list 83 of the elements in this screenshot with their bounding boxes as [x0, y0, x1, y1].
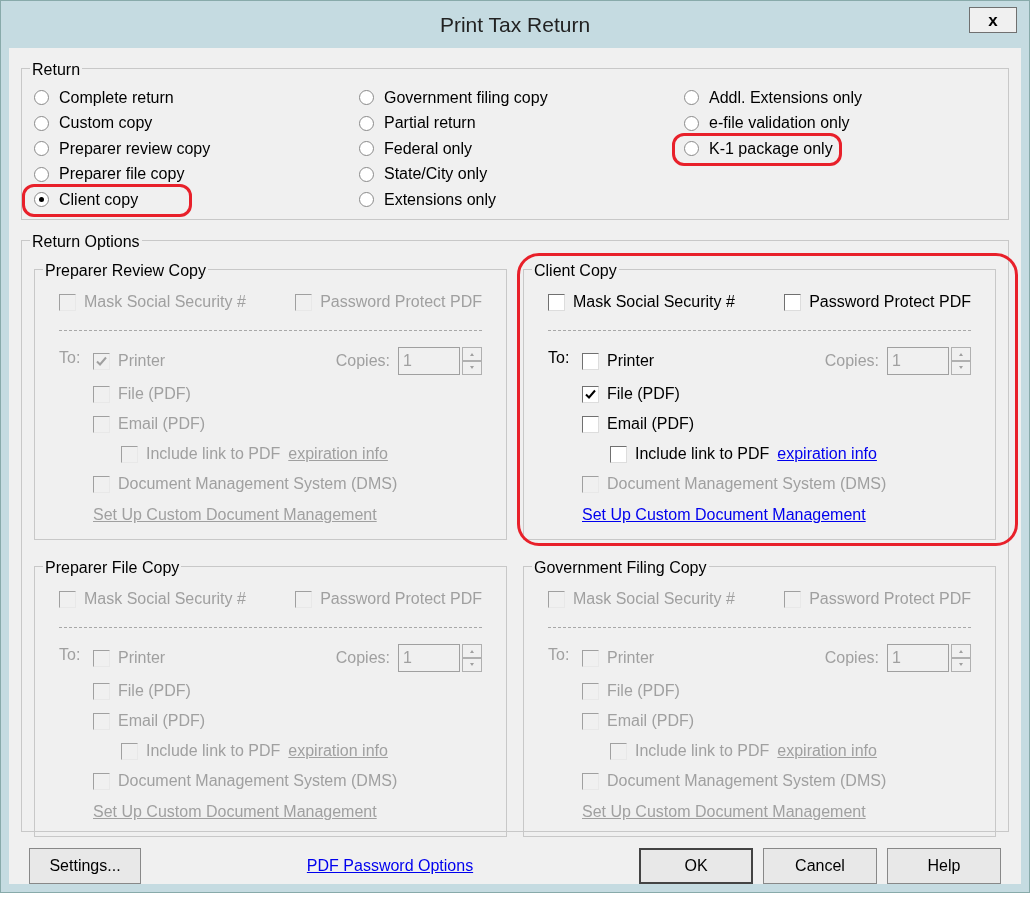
- radio-label: Complete return: [59, 87, 174, 108]
- expiration-info-link[interactable]: expiration info: [777, 442, 877, 466]
- radio-button[interactable]: [34, 141, 49, 157]
- settings-button[interactable]: Settings...: [29, 848, 141, 884]
- close-button[interactable]: x: [969, 7, 1017, 33]
- option-label: Password Protect PDF: [809, 292, 971, 312]
- destination-label: Include link to PDF: [146, 741, 281, 761]
- setup-dms-link[interactable]: Set Up Custom Document Management: [582, 503, 971, 527]
- checkbox[interactable]: [548, 293, 565, 311]
- to-label: To:: [548, 348, 571, 368]
- radio-button[interactable]: [684, 141, 699, 157]
- destination-label: Document Management System (DMS): [607, 771, 887, 791]
- radio-label: K-1 package only: [709, 138, 833, 159]
- radio-button[interactable]: [359, 90, 374, 106]
- copies-label: Copies:: [335, 648, 390, 668]
- radio-button[interactable]: [684, 115, 699, 131]
- radio-button[interactable]: [359, 166, 374, 182]
- to-label: To:: [548, 645, 571, 665]
- copies-label: Copies:: [824, 351, 879, 371]
- spinner-icon[interactable]: [462, 347, 482, 375]
- radio-button[interactable]: [34, 192, 49, 208]
- radio-button[interactable]: [359, 141, 374, 157]
- checkbox[interactable]: [610, 445, 627, 463]
- destination-label: Printer: [607, 351, 655, 371]
- destination-label: Include link to PDF: [146, 444, 281, 464]
- destination-label: Include link to PDF: [635, 741, 770, 761]
- radio-button[interactable]: [359, 192, 374, 208]
- window-title: Print Tax Return: [439, 11, 591, 38]
- dialog-button[interactable]: Cancel: [763, 848, 877, 884]
- radio-label: Preparer review copy: [59, 138, 211, 159]
- check-icon: [585, 388, 596, 400]
- radio-label: Federal only: [384, 138, 473, 159]
- destination-label: Document Management System (DMS): [118, 771, 398, 791]
- radio-button[interactable]: [34, 115, 49, 131]
- dialog-button[interactable]: OK: [639, 848, 753, 884]
- dialog-button[interactable]: Help: [887, 848, 1001, 884]
- option-label: Mask Social Security #: [84, 292, 246, 312]
- radio-label: Government filing copy: [384, 87, 548, 108]
- radio-button[interactable]: [34, 90, 49, 106]
- destination-label: Email (PDF): [607, 414, 695, 434]
- destination-label: File (PDF): [607, 384, 680, 404]
- option-label: Mask Social Security #: [573, 292, 735, 312]
- checkbox[interactable]: [582, 415, 599, 433]
- option-label: Password Protect PDF: [809, 589, 971, 609]
- copies-label: Copies:: [824, 648, 879, 668]
- spinner-icon[interactable]: [951, 347, 971, 375]
- copies-label: Copies:: [335, 351, 390, 371]
- destination-label: Email (PDF): [607, 711, 695, 731]
- check-icon: [96, 355, 107, 367]
- destination-label: Printer: [118, 648, 166, 668]
- destination-label: Printer: [607, 648, 655, 668]
- radio-button[interactable]: [684, 90, 699, 106]
- destination-label: Printer: [118, 351, 166, 371]
- to-label: To:: [59, 645, 82, 665]
- destination-label: Email (PDF): [118, 414, 206, 434]
- radio-label: Client copy: [59, 189, 139, 210]
- checkbox[interactable]: [582, 352, 599, 370]
- option-label: Mask Social Security #: [573, 589, 735, 609]
- option-label: Password Protect PDF: [320, 292, 482, 312]
- option-label: Mask Social Security #: [84, 589, 246, 609]
- destination-label: Include link to PDF: [635, 444, 770, 464]
- destination-label: File (PDF): [118, 384, 191, 404]
- radio-label: e-file validation only: [709, 113, 850, 134]
- radio-label: Preparer file copy: [59, 164, 185, 185]
- destination-label: Email (PDF): [118, 711, 206, 731]
- radio-label: Addl. Extensions only: [709, 87, 862, 108]
- radio-label: Extensions only: [384, 189, 497, 210]
- option-label: Password Protect PDF: [320, 589, 482, 609]
- destination-label: Document Management System (DMS): [607, 474, 887, 494]
- destination-label: File (PDF): [607, 681, 680, 701]
- destination-label: Document Management System (DMS): [118, 474, 398, 494]
- destination-label: File (PDF): [118, 681, 191, 701]
- to-label: To:: [59, 348, 82, 368]
- checkbox[interactable]: [582, 385, 599, 403]
- checkbox[interactable]: [784, 293, 802, 311]
- radio-label: Partial return: [384, 113, 476, 134]
- radio-label: Custom copy: [59, 113, 153, 134]
- spinner-icon[interactable]: [951, 644, 971, 672]
- radio-button[interactable]: [359, 115, 374, 131]
- radio-button[interactable]: [34, 166, 49, 182]
- radio-label: State/City only: [384, 164, 488, 185]
- pdf-password-options-link[interactable]: PDF Password Options: [306, 854, 474, 878]
- spinner-icon[interactable]: [462, 644, 482, 672]
